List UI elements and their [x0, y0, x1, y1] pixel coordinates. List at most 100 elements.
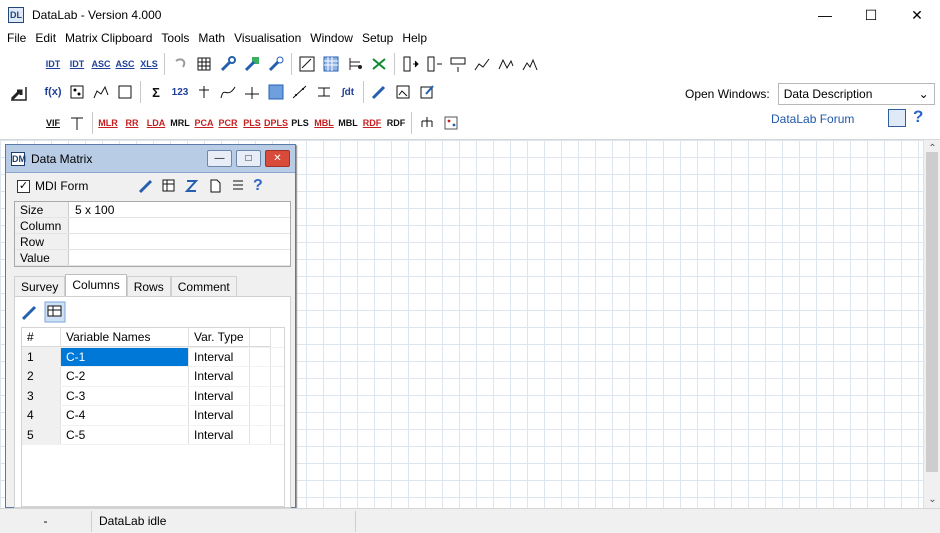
scatter-icon[interactable]	[471, 53, 493, 75]
rr-button[interactable]: RR	[121, 112, 143, 134]
mrl-button[interactable]: MRL	[169, 112, 191, 134]
hierarchy-icon[interactable]	[416, 112, 438, 134]
matrix-blue-icon[interactable]	[320, 53, 342, 75]
regression-icon[interactable]	[289, 81, 311, 103]
menu-tools[interactable]: Tools	[157, 30, 193, 46]
column-insert-icon[interactable]	[399, 53, 421, 75]
lda-button[interactable]: LDA	[145, 112, 167, 134]
integral-button[interactable]: ∫dt	[337, 81, 359, 103]
minimize-button[interactable]: —	[802, 0, 848, 30]
import-asc-button[interactable]: ASC	[90, 53, 112, 75]
toolbar-separator	[92, 112, 93, 134]
vif-button[interactable]: VIF	[42, 112, 64, 134]
tab-survey[interactable]: Survey	[14, 276, 66, 296]
pcr-button[interactable]: PCR	[217, 112, 239, 134]
sum-icon[interactable]: Σ	[145, 81, 167, 103]
new-document-icon[interactable]	[207, 178, 223, 194]
scroll-thumb[interactable]	[926, 152, 938, 472]
rdf-button[interactable]: RDF	[361, 112, 383, 134]
rdf-model-button[interactable]: RDF	[385, 112, 407, 134]
menu-setup[interactable]: Setup	[358, 30, 397, 46]
mbl-model-button[interactable]: MBL	[337, 112, 359, 134]
data-matrix-title-bar[interactable]: DM Data Matrix — □ ✕	[6, 145, 295, 173]
function-button[interactable]: f(x)	[42, 81, 64, 103]
selected-cell[interactable]: C-1	[61, 347, 189, 366]
open-windows-select[interactable]: Data Description ⌄	[777, 83, 935, 105]
dice-icon[interactable]	[66, 81, 88, 103]
menu-help[interactable]: Help	[398, 30, 431, 46]
export-asc-button[interactable]: ASC	[114, 53, 136, 75]
help-icon[interactable]: ?	[913, 107, 923, 127]
export-idt-button[interactable]: IDT	[66, 53, 88, 75]
table-row[interactable]: 4 C-4 Interval	[22, 406, 284, 426]
mdi-restore-button[interactable]: □	[236, 150, 261, 167]
import-xls-button[interactable]: XLS	[138, 53, 160, 75]
numeric-button[interactable]: 123	[169, 81, 191, 103]
menu-math[interactable]: Math	[194, 30, 229, 46]
tree-cut-icon[interactable]	[344, 53, 366, 75]
table-row[interactable]: 5 C-5 Interval	[22, 425, 284, 445]
import-arrow-icon[interactable]	[8, 80, 32, 104]
table-header: # Variable Names Var. Type	[22, 328, 284, 348]
table-row[interactable]: 2 C-2 Interval	[22, 367, 284, 387]
histogram-icon[interactable]	[90, 81, 112, 103]
import-idt-button[interactable]: IDT	[42, 53, 64, 75]
image-icon[interactable]	[392, 81, 414, 103]
pca-button[interactable]: PCA	[193, 112, 215, 134]
pls-button[interactable]: PLS	[241, 112, 263, 134]
tab-comment[interactable]: Comment	[170, 276, 237, 296]
workspace-scrollbar[interactable]: ⌃ ⌄	[923, 140, 940, 508]
transform-icon[interactable]	[114, 81, 136, 103]
menu-file[interactable]: File	[3, 30, 30, 46]
green-scissors-icon[interactable]	[368, 53, 390, 75]
help-icon[interactable]: ?	[253, 177, 263, 195]
list-edit-icon[interactable]	[230, 178, 246, 194]
pencil-icon[interactable]	[21, 303, 39, 321]
table-add-icon[interactable]	[161, 178, 177, 194]
table-row[interactable]: 1 C-1 Interval	[22, 347, 284, 367]
row-insert-icon[interactable]	[447, 53, 469, 75]
maximize-button[interactable]: ☐	[848, 0, 894, 30]
tab-rows[interactable]: Rows	[126, 276, 171, 296]
table-row[interactable]: 3 C-3 Interval	[22, 386, 284, 406]
close-button[interactable]: ✕	[894, 0, 940, 30]
matrix-view-icon[interactable]	[265, 81, 287, 103]
scroll-down-icon[interactable]: ⌄	[924, 491, 940, 508]
peak-plot-icon[interactable]	[519, 53, 541, 75]
columns-tools	[15, 297, 290, 326]
menu-window[interactable]: Window	[306, 30, 357, 46]
edit-window-icon[interactable]	[416, 81, 438, 103]
line-plot-icon[interactable]	[495, 53, 517, 75]
table-edit-icon[interactable]	[44, 301, 66, 323]
pencil-icon[interactable]	[138, 178, 154, 194]
chart-window-icon[interactable]	[296, 53, 318, 75]
pls-model-button[interactable]: PLS	[289, 112, 311, 134]
menu-matrix-clipboard[interactable]: Matrix Clipboard	[61, 30, 156, 46]
tab-columns[interactable]: Columns	[65, 274, 127, 296]
grid-view-icon[interactable]	[888, 109, 906, 127]
column-delete-icon[interactable]	[423, 53, 445, 75]
dpls-button[interactable]: DPLS	[264, 112, 288, 134]
plug-icon[interactable]	[265, 53, 287, 75]
mdi-form-checkbox[interactable]: ✓	[17, 179, 30, 193]
menu-edit[interactable]: Edit	[31, 30, 60, 46]
split-icon[interactable]	[66, 112, 88, 134]
pencil-icon[interactable]	[368, 81, 390, 103]
toolbar-separator	[394, 53, 395, 75]
threshold-icon[interactable]	[241, 81, 263, 103]
datalab-forum-link[interactable]: DataLab Forum	[771, 112, 854, 126]
mbl-button[interactable]: MBL	[313, 112, 335, 134]
compare-icon[interactable]	[313, 81, 335, 103]
grid-cube-icon[interactable]	[193, 53, 215, 75]
color-wrench-icon[interactable]	[241, 53, 263, 75]
mdi-minimize-button[interactable]: —	[207, 150, 232, 167]
mlr-button[interactable]: MLR	[97, 112, 119, 134]
sort-icon[interactable]	[184, 178, 200, 194]
cluster-icon[interactable]	[440, 112, 462, 134]
balance-icon[interactable]	[193, 81, 215, 103]
wrench-icon[interactable]	[217, 53, 239, 75]
undo-icon[interactable]	[169, 53, 191, 75]
mdi-close-button[interactable]: ✕	[265, 150, 290, 167]
curve-icon[interactable]	[217, 81, 239, 103]
menu-visualisation[interactable]: Visualisation	[230, 30, 305, 46]
